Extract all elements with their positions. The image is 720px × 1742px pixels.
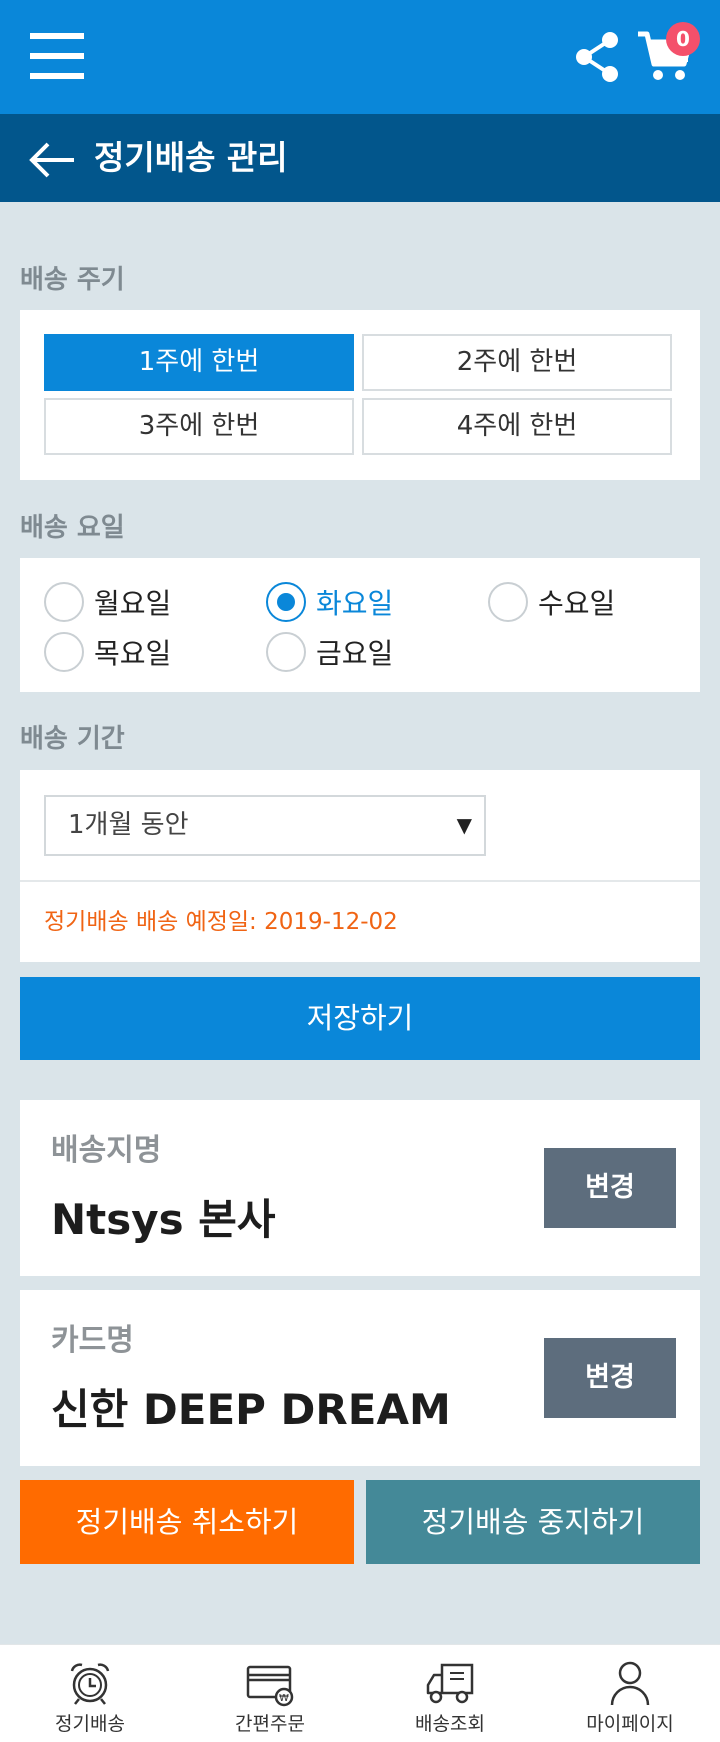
radio-label: 금요일 (316, 637, 394, 670)
back-arrow-icon[interactable] (28, 140, 76, 180)
weekday-radio-wednesday[interactable]: 수요일 (488, 580, 615, 624)
pause-subscription-button[interactable]: 정기배송 중지하기 (366, 1480, 700, 1564)
card-payment-icon: ₩ (246, 1665, 294, 1707)
nav-item-quick-order[interactable]: ₩ 간편주문 (180, 1645, 360, 1742)
radio-label: 월요일 (94, 587, 172, 620)
frequency-option-4week[interactable]: 4주에 한번 (362, 398, 672, 455)
weekday-radio-monday[interactable]: 월요일 (44, 580, 171, 624)
radio-circle[interactable] (44, 632, 84, 672)
weekday-radio-friday[interactable]: 금요일 (266, 630, 393, 674)
address-value: Ntsys 본사 (51, 1195, 276, 1244)
svg-text:₩: ₩ (279, 1693, 289, 1704)
nav-label: 정기배송 (55, 1713, 125, 1735)
nav-label: 간편주문 (235, 1713, 305, 1735)
weekday-section-label: 배송 요일 (20, 513, 125, 543)
divider (20, 880, 700, 882)
bottom-navigation: 정기배송 ₩ 간편주문 배송조회 마이페이지 (0, 1644, 720, 1742)
frequency-option-3week[interactable]: 3주에 한번 (44, 398, 354, 455)
frequency-section-label: 배송 주기 (20, 265, 125, 295)
radio-label: 수요일 (538, 587, 616, 620)
nav-item-subscription[interactable]: 정기배송 (0, 1645, 180, 1742)
save-button[interactable]: 저장하기 (20, 977, 700, 1060)
radio-circle[interactable] (488, 582, 528, 622)
radio-label: 목요일 (94, 637, 172, 670)
radio-circle-checked[interactable] (266, 582, 306, 622)
alarm-clock-icon (70, 1663, 110, 1705)
share-icon[interactable] (572, 30, 622, 84)
radio-label: 화요일 (316, 587, 394, 620)
cancel-subscription-button[interactable]: 정기배송 취소하기 (20, 1480, 354, 1564)
weekday-radio-tuesday[interactable]: 화요일 (266, 580, 393, 624)
change-card-button[interactable]: 변경 (544, 1338, 676, 1418)
dropdown-arrow-icon: ▼ (456, 813, 472, 837)
period-select[interactable]: 1개월 동안 ▼ (44, 795, 486, 856)
cart-count-badge: 0 (666, 22, 700, 56)
period-section-label: 배송 기간 (20, 724, 125, 754)
card-name-label: 카드명 (51, 1323, 134, 1358)
nav-label: 마이페이지 (586, 1713, 674, 1735)
radio-circle[interactable] (44, 582, 84, 622)
radio-circle[interactable] (266, 632, 306, 672)
nav-item-tracking[interactable]: 배송조회 (360, 1645, 540, 1742)
card-name-value: 신한 DEEP DREAM (51, 1385, 451, 1434)
frequency-option-1week[interactable]: 1주에 한번 (44, 334, 354, 391)
delivery-truck-icon (426, 1663, 474, 1704)
hamburger-menu-icon[interactable] (30, 33, 84, 79)
page-title: 정기배송 관리 (94, 138, 288, 177)
period-select-value: 1개월 동안 (68, 810, 189, 840)
weekday-radio-thursday[interactable]: 목요일 (44, 630, 171, 674)
nav-item-mypage[interactable]: 마이페이지 (540, 1645, 720, 1742)
address-label: 배송지명 (51, 1133, 162, 1168)
user-icon (610, 1661, 650, 1706)
scheduled-delivery-date: 정기배송 배송 예정일: 2019-12-02 (44, 909, 398, 935)
frequency-option-2week[interactable]: 2주에 한번 (362, 334, 672, 391)
change-address-button[interactable]: 변경 (544, 1148, 676, 1228)
nav-label: 배송조회 (415, 1713, 485, 1735)
